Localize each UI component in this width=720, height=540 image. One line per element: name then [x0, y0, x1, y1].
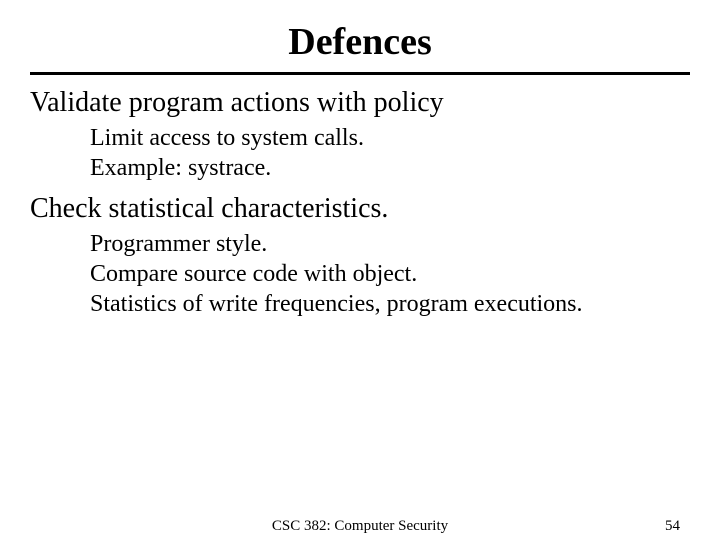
bullet-item: Programmer style. — [90, 229, 690, 259]
section-heading: Validate program actions with policy — [30, 87, 690, 119]
bullet-item: Limit access to system calls. — [90, 123, 690, 153]
section-heading: Check statistical characteristics. — [30, 193, 690, 225]
bullet-item: Statistics of write frequencies, program… — [90, 289, 690, 319]
bullet-item: Example: systrace. — [90, 153, 690, 183]
footer-page-number: 54 — [665, 518, 680, 535]
title-divider — [30, 72, 690, 75]
slide-title: Defences — [30, 20, 690, 64]
bullet-item: Compare source code with object. — [90, 259, 690, 289]
footer-course: CSC 382: Computer Security — [272, 518, 448, 535]
